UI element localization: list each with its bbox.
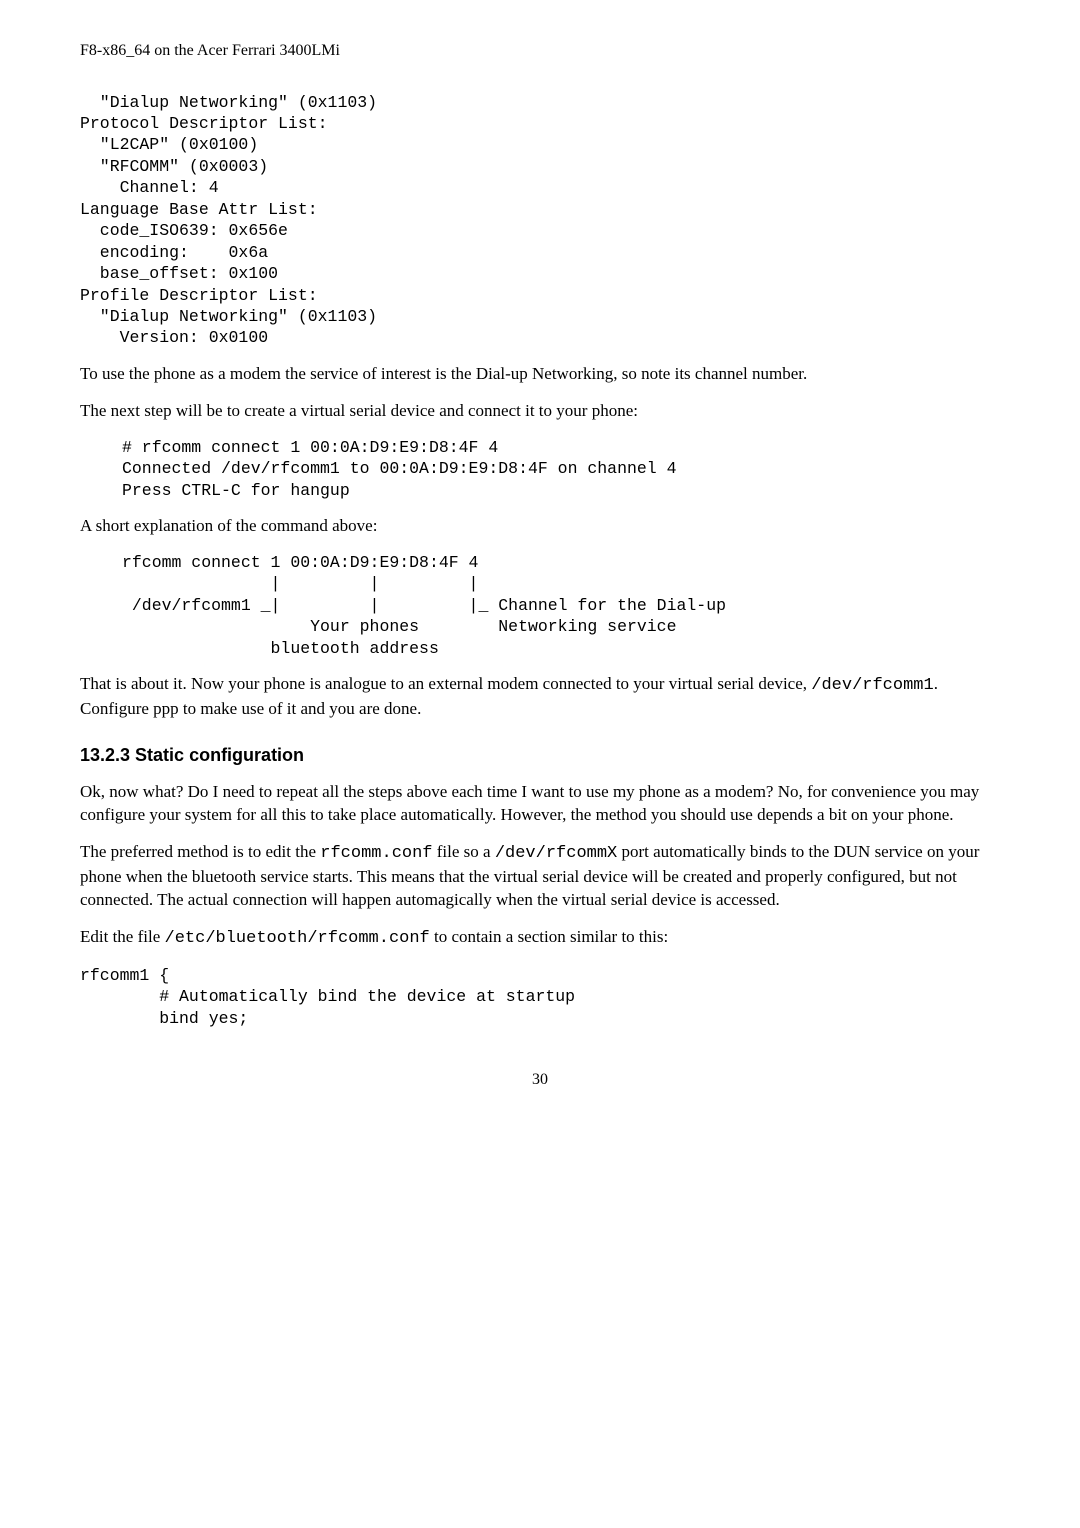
paragraph-about-it: That is about it. Now your phone is anal… [80,673,1000,721]
text-segment: file so a [433,842,495,861]
code-block-sdp: "Dialup Networking" (0x1103) Protocol De… [80,92,1000,349]
heading-static-configuration: 13.2.3 Static configuration [80,743,1000,767]
paragraph-explanation-intro: A short explanation of the command above… [80,515,1000,538]
text-segment: to contain a section similar to this: [430,927,668,946]
inline-code-etc-bluetooth: /etc/bluetooth/rfcomm.conf [165,929,430,948]
text-segment: The preferred method is to edit the [80,842,320,861]
paragraph-edit-file: Edit the file /etc/bluetooth/rfcomm.conf… [80,926,1000,951]
page-header: F8-x86_64 on the Acer Ferrari 3400LMi [80,40,1000,62]
paragraph-preferred-method: The preferred method is to edit the rfco… [80,841,1000,912]
page-number: 30 [80,1069,1000,1091]
inline-code-dev-rfcomm1: /dev/rfcomm1 [811,676,933,695]
code-block-rfcomm-connect: # rfcomm connect 1 00:0A:D9:E9:D8:4F 4 C… [122,437,1000,501]
inline-code-rfcomm-conf: rfcomm.conf [320,844,432,863]
paragraph-next-step: The next step will be to create a virtua… [80,400,1000,423]
text-segment: That is about it. Now your phone is anal… [80,674,811,693]
text-segment: Edit the file [80,927,165,946]
inline-code-dev-rfcommx: /dev/rfcommX [495,844,617,863]
code-block-rfcomm-conf: rfcomm1 { # Automatically bind the devic… [80,965,1000,1029]
code-block-rfcomm-diagram: rfcomm connect 1 00:0A:D9:E9:D8:4F 4 | |… [122,552,1000,659]
paragraph-ok-now-what: Ok, now what? Do I need to repeat all th… [80,781,1000,827]
paragraph-dun-note: To use the phone as a modem the service … [80,363,1000,386]
